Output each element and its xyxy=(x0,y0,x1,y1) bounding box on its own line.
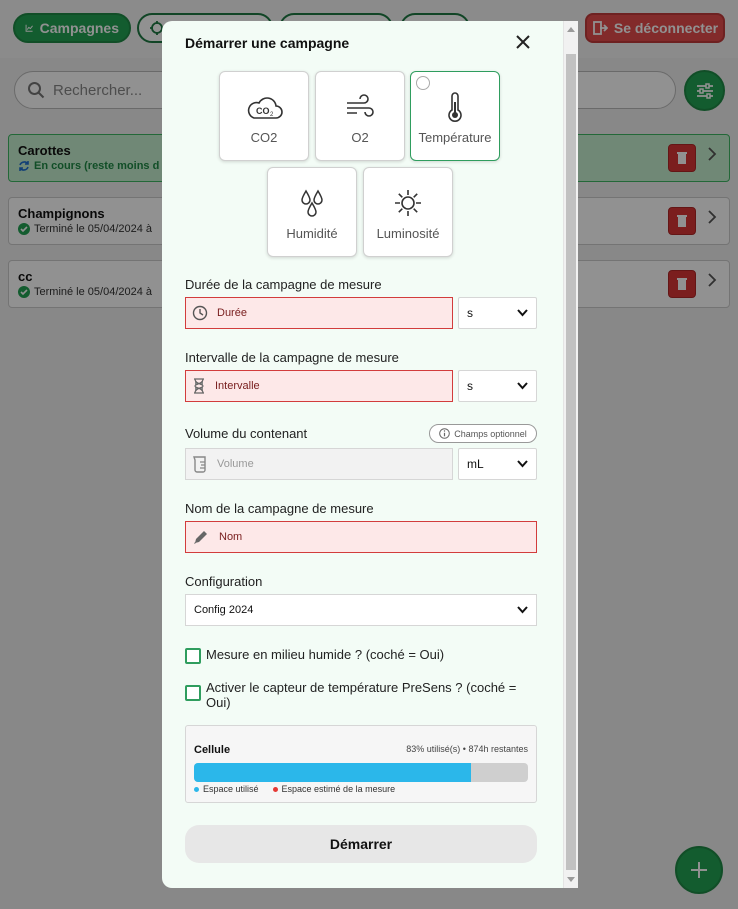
sensor-radio[interactable] xyxy=(416,76,430,90)
svg-text:2: 2 xyxy=(270,112,274,118)
volume-input[interactable]: Volume xyxy=(185,448,453,480)
presens-checkbox-row[interactable]: Activer le capteur de température PreSen… xyxy=(185,680,537,710)
duration-label: Durée de la campagne de mesure xyxy=(185,277,382,292)
scroll-down-arrow[interactable] xyxy=(567,877,575,882)
optional-badge: Champs optionnel xyxy=(429,424,537,443)
interval-label: Intervalle de la campagne de mesure xyxy=(185,350,399,365)
presens-checkbox-label: Activer le capteur de température PreSen… xyxy=(206,680,517,710)
sensor-tile-o2[interactable]: O2 xyxy=(315,71,405,161)
co2-cloud-icon: CO 2 xyxy=(247,97,283,119)
volume-unit-select[interactable]: mL xyxy=(458,448,537,480)
presens-checkbox[interactable] xyxy=(185,685,201,701)
svg-text:CO: CO xyxy=(256,106,270,116)
sensor-label: O2 xyxy=(351,130,369,145)
scroll-thumb[interactable] xyxy=(566,54,576,870)
duration-placeholder: Durée xyxy=(217,307,247,319)
volume-label: Volume du contenant xyxy=(185,426,308,441)
duration-unit-value: s xyxy=(467,306,473,320)
legend-used: Espace utilisé xyxy=(194,784,259,794)
sensor-tile-humidity[interactable]: Humidité xyxy=(267,167,357,257)
configuration-select[interactable]: Config 2024 xyxy=(185,594,537,626)
sensor-tile-temperature[interactable]: Température xyxy=(410,71,500,161)
clock-icon xyxy=(192,305,208,321)
interval-unit-select[interactable]: s xyxy=(458,370,537,402)
cell-usage-panel: Cellule 83% utilisé(s) • 874h restantes … xyxy=(185,725,537,803)
name-label: Nom de la campagne de mesure xyxy=(185,501,374,516)
chevron-down-icon xyxy=(517,606,528,614)
humid-checkbox-label: Mesure en milieu humide ? (coché = Oui) xyxy=(206,647,445,662)
thermometer-icon xyxy=(448,92,462,122)
humid-checkbox[interactable] xyxy=(185,648,201,664)
sensor-label: CO2 xyxy=(250,130,278,145)
configuration-value: Config 2024 xyxy=(194,604,254,616)
interval-unit-value: s xyxy=(467,379,473,393)
modal-title: Démarrer une campagne xyxy=(185,35,350,51)
name-placeholder: Nom xyxy=(219,531,243,543)
interval-input[interactable]: Intervalle xyxy=(185,370,453,402)
sensor-tile-luminosity[interactable]: Luminosité xyxy=(363,167,453,257)
scroll-up-arrow[interactable] xyxy=(567,27,575,32)
cell-legend: Espace utilisé Espace estimé de la mesur… xyxy=(194,784,395,794)
sun-icon xyxy=(395,190,421,216)
configuration-label: Configuration xyxy=(185,574,263,589)
cell-progress-bar xyxy=(194,763,528,782)
start-button[interactable]: Démarrer xyxy=(185,825,537,863)
legend-estimated: Espace estimé de la mesure xyxy=(272,784,395,794)
humid-checkbox-row[interactable]: Mesure en milieu humide ? (coché = Oui) xyxy=(185,647,537,664)
chevron-down-icon xyxy=(517,309,528,317)
close-icon xyxy=(516,35,530,49)
sensor-label: Humidité xyxy=(286,226,338,241)
interval-placeholder: Intervalle xyxy=(215,380,260,392)
pencil-icon xyxy=(194,531,207,544)
modal-scrollbar[interactable] xyxy=(563,21,578,888)
info-icon xyxy=(439,428,451,439)
start-campaign-modal: Démarrer une campagne CO 2 CO2 O2 Tempéra… xyxy=(162,21,578,888)
droplets-icon xyxy=(301,189,323,217)
hourglass-icon xyxy=(194,378,204,394)
duration-input[interactable]: Durée xyxy=(185,297,453,329)
cell-usage-text: 83% utilisé(s) • 874h restantes xyxy=(406,744,528,754)
name-input[interactable]: Nom xyxy=(185,521,537,553)
legend-used-dot xyxy=(194,786,199,792)
volume-placeholder: Volume xyxy=(217,458,254,470)
wind-icon xyxy=(347,94,374,117)
sensor-label: Température xyxy=(418,130,492,145)
beaker-icon xyxy=(193,456,206,473)
volume-unit-value: mL xyxy=(467,457,484,471)
legend-estimated-dot xyxy=(272,786,278,792)
sensor-label: Luminosité xyxy=(376,226,440,241)
chevron-down-icon xyxy=(517,382,528,390)
cell-progress-fill xyxy=(194,763,472,782)
close-button[interactable] xyxy=(513,32,533,52)
cell-title: Cellule xyxy=(194,744,231,756)
sensor-tile-co2[interactable]: CO 2 CO2 xyxy=(219,71,309,161)
chevron-down-icon xyxy=(517,460,528,468)
duration-unit-select[interactable]: s xyxy=(458,297,537,329)
